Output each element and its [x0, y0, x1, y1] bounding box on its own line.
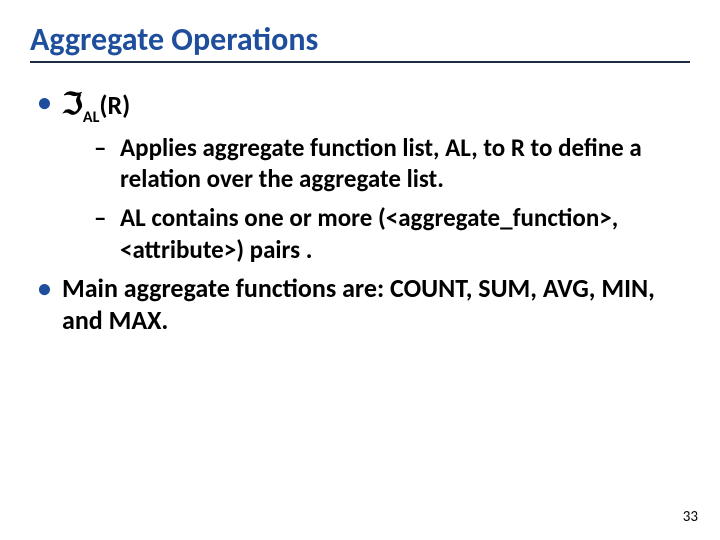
formula-rest: (R) — [99, 89, 130, 121]
bullet-formula: ℑAL(R) Applies aggregate function list, … — [38, 87, 690, 265]
bullet-list-level1: ℑAL(R) Applies aggregate function list, … — [30, 87, 690, 336]
page-number: 33 — [683, 508, 698, 526]
formula: ℑAL(R) — [62, 89, 130, 121]
bullet-list-level2: Applies aggregate function list, AL, to … — [62, 132, 690, 265]
sub-bullet: AL contains one or more (<aggregate_func… — [94, 202, 690, 265]
slide: Aggregate Operations ℑAL(R) Applies aggr… — [0, 0, 720, 540]
bullet-main: Main aggregate functions are: COUNT, SUM… — [38, 273, 690, 336]
page-title: Aggregate Operations — [30, 22, 690, 63]
symbol-imaginary: ℑ — [62, 88, 83, 121]
formula-subscript: AL — [83, 108, 99, 127]
sub-bullet: Applies aggregate function list, AL, to … — [94, 132, 690, 195]
